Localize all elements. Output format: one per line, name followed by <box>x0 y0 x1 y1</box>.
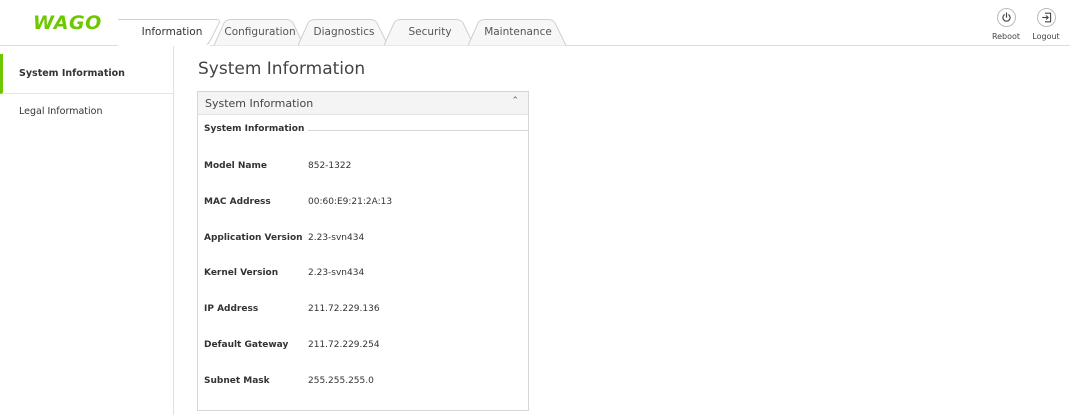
group-divider <box>294 130 528 131</box>
panel-title: System Information <box>205 97 314 110</box>
row-value: 852-1322 <box>308 161 352 171</box>
logout-label: Logout <box>1032 32 1060 41</box>
group-title: System Information <box>204 124 309 134</box>
row-label: Default Gateway <box>204 340 289 350</box>
row-value: 00:60:E9:21:2A:13 <box>308 197 393 207</box>
top-bar: WAGO Information Configuration Diagnosti… <box>0 0 1070 46</box>
system-information-panel: System Information ⌃ System Information … <box>197 91 529 411</box>
row-label: IP Address <box>204 304 259 314</box>
reboot-button[interactable]: Reboot <box>986 8 1026 41</box>
row-label: Kernel Version <box>204 268 279 278</box>
sidebar: System Information Legal Information <box>0 46 174 415</box>
tab-diagnostics[interactable]: Diagnostics <box>298 19 390 46</box>
sidebar-item-label: System Information <box>19 68 125 79</box>
tab-information[interactable]: Information <box>118 19 226 46</box>
row-value: 2.23-svn434 <box>308 233 365 243</box>
tab-security-label: Security <box>408 26 452 38</box>
row-value: 211.72.229.136 <box>308 304 380 314</box>
panel-header[interactable]: System Information ⌃ <box>198 92 528 115</box>
tab-diagnostics-label: Diagnostics <box>313 26 375 38</box>
row-value: 211.72.229.254 <box>308 340 380 350</box>
tab-configuration-label: Configuration <box>224 26 296 38</box>
wago-logo-text: WAGO <box>33 12 102 34</box>
row-label: Model Name <box>204 161 267 171</box>
tab-configuration[interactable]: Configuration <box>214 19 306 46</box>
reboot-label: Reboot <box>991 32 1021 41</box>
tab-security[interactable]: Security <box>384 19 476 46</box>
row-label: MAC Address <box>204 197 271 207</box>
logout-button[interactable]: Logout <box>1026 8 1066 41</box>
wago-logo[interactable]: WAGO <box>33 12 102 34</box>
row-label: Subnet Mask <box>204 376 270 386</box>
tab-maintenance-label: Maintenance <box>484 26 552 38</box>
sidebar-item-system-information[interactable]: System Information <box>0 54 173 94</box>
row-label: Application Version <box>204 233 303 243</box>
row-value: 2.23-svn434 <box>308 268 365 278</box>
tab-information-label: Information <box>141 26 203 38</box>
sidebar-item-legal-information[interactable]: Legal Information <box>0 92 173 132</box>
main-tabs: Information Configuration Diagnostics Se… <box>118 19 568 46</box>
tab-maintenance[interactable]: Maintenance <box>468 19 568 46</box>
logout-icon <box>1036 8 1056 27</box>
sidebar-item-label: Legal Information <box>19 106 103 117</box>
row-value: 255.255.255.0 <box>308 376 374 386</box>
power-icon <box>996 8 1016 27</box>
page-title: System Information <box>198 59 366 79</box>
chevron-up-icon[interactable]: ⌃ <box>511 96 519 106</box>
